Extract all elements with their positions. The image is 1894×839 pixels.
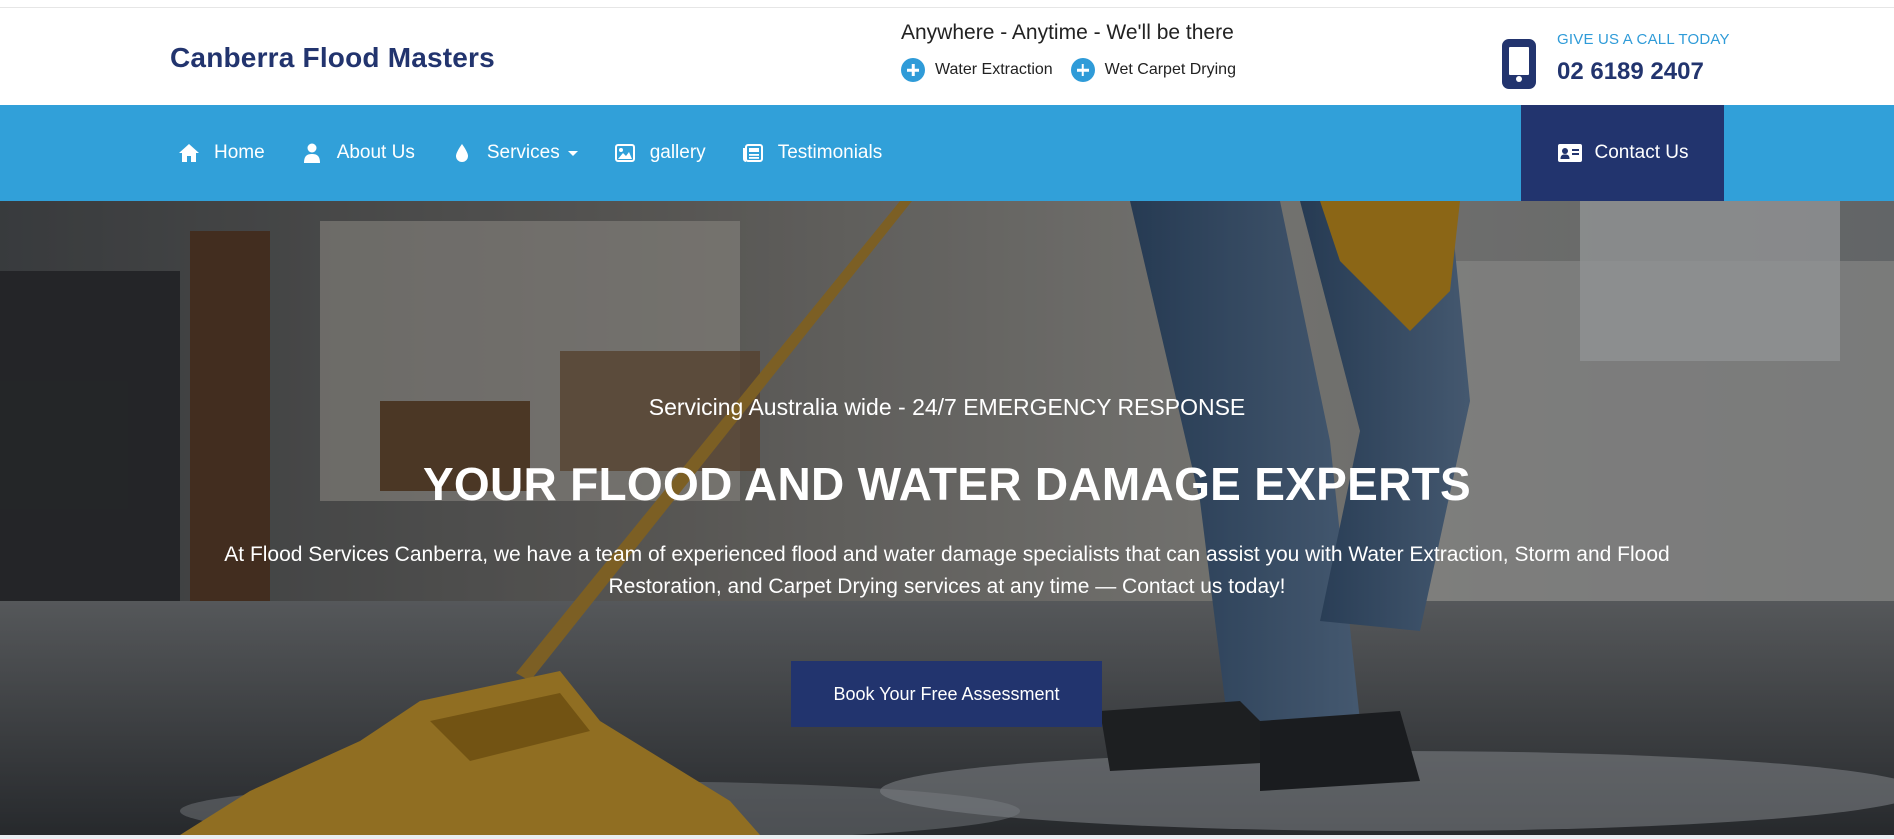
nav-item-testimonials[interactable]: Testimonials bbox=[742, 142, 883, 164]
nav-item-services[interactable]: Services bbox=[451, 142, 578, 164]
nav-item-about-us[interactable]: About Us bbox=[301, 142, 415, 164]
hero-overlay bbox=[0, 201, 1894, 835]
call-label: GIVE US A CALL TODAY bbox=[1557, 31, 1730, 48]
nav-menu: Home About Us Services gallery Testimoni… bbox=[178, 105, 918, 201]
hero-title: YOUR FLOOD AND WATER DAMAGE EXPERTS bbox=[422, 458, 1472, 510]
nav-item-home[interactable]: Home bbox=[178, 142, 265, 164]
hero-subheading: Servicing Australia wide - 24/7 EMERGENC… bbox=[648, 394, 1246, 420]
chevron-down-icon bbox=[567, 150, 578, 156]
site-header: Canberra Flood Masters Anywhere - Anytim… bbox=[0, 8, 1894, 105]
contact-card-icon bbox=[1557, 143, 1583, 163]
hero-section: Servicing Australia wide - 24/7 EMERGENC… bbox=[0, 201, 1894, 835]
hero-description: At Flood Services Canberra, we have a te… bbox=[224, 543, 1670, 598]
nav-item-label: Services bbox=[486, 142, 560, 163]
nav-item-label: Testimonials bbox=[777, 142, 883, 163]
nav-item-label: Home bbox=[214, 142, 265, 163]
home-icon bbox=[178, 142, 200, 164]
header-tagline: Anywhere - Anytime - We'll be there bbox=[901, 21, 1234, 44]
service-tag-wet-carpet-drying: Wet Carpet Drying bbox=[1070, 58, 1236, 82]
service-tag-label: Water Extraction bbox=[935, 61, 1053, 78]
user-icon bbox=[301, 142, 323, 164]
water-drop-icon bbox=[451, 142, 473, 164]
contact-us-label: Contact Us bbox=[1594, 142, 1689, 163]
mobile-phone-icon bbox=[1502, 39, 1536, 89]
newspaper-icon bbox=[742, 142, 764, 164]
brand-logo-text[interactable]: Canberra Flood Masters bbox=[170, 42, 495, 74]
nav-item-gallery[interactable]: gallery bbox=[614, 142, 706, 164]
plus-circle-icon bbox=[901, 58, 925, 82]
bottom-divider bbox=[0, 835, 1894, 839]
header-service-tags: Water Extraction Wet Carpet Drying bbox=[901, 58, 1236, 82]
book-assessment-button[interactable]: Book Your Free Assessment bbox=[791, 661, 1102, 727]
contact-us-button[interactable]: Contact Us bbox=[1521, 105, 1724, 201]
image-icon bbox=[614, 142, 636, 164]
main-navigation: Home About Us Services gallery Testimoni… bbox=[0, 105, 1894, 201]
service-tag-label: Wet Carpet Drying bbox=[1104, 61, 1236, 78]
service-tag-water-extraction: Water Extraction bbox=[901, 58, 1053, 82]
nav-item-label: gallery bbox=[649, 142, 706, 163]
plus-circle-icon bbox=[1070, 58, 1095, 82]
nav-item-label: About Us bbox=[336, 142, 415, 163]
phone-number-link[interactable]: 02 6189 2407 bbox=[1557, 58, 1704, 86]
